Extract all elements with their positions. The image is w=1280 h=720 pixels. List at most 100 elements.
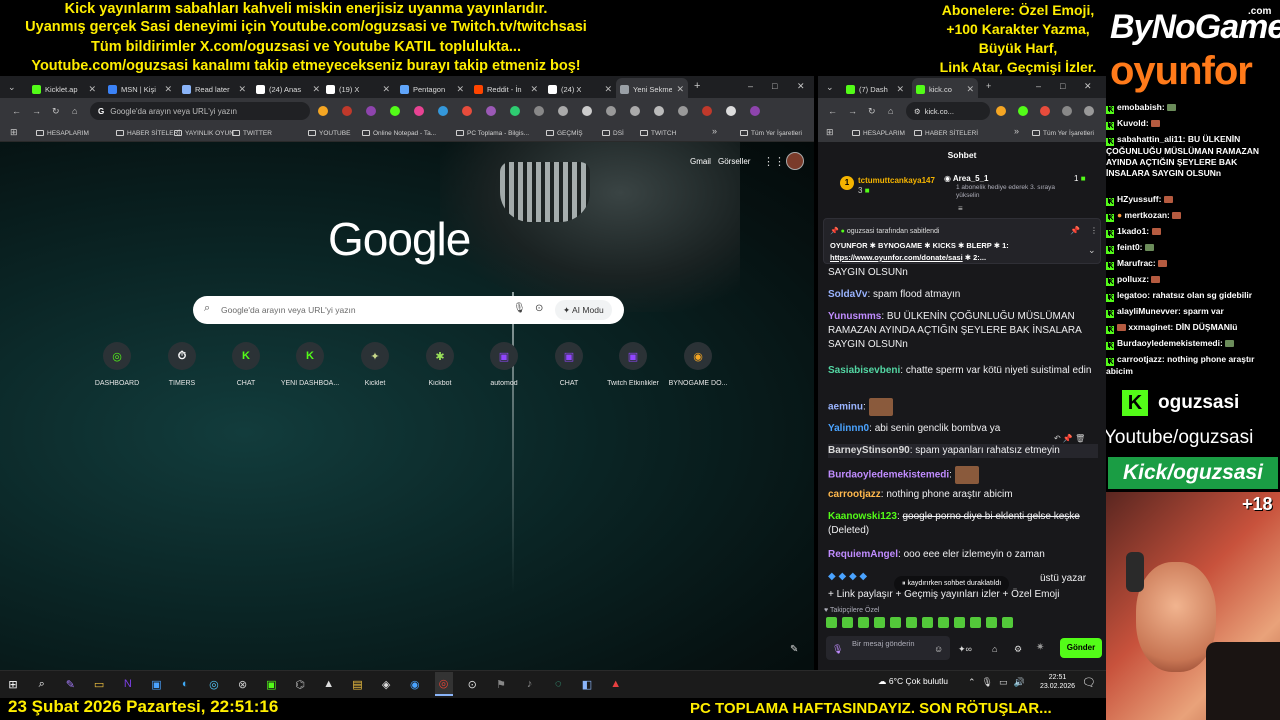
taskbar-obs-icon[interactable]: ⊗ xyxy=(234,672,252,696)
extension-icon[interactable] xyxy=(996,106,1006,116)
right-minimize-icon[interactable]: – xyxy=(1036,81,1041,91)
google-search-box[interactable]: ⌕ Google'da arayın veya URL'yi yazın 🎙 ⊙… xyxy=(193,296,624,324)
extension-icon[interactable] xyxy=(342,106,352,116)
apps-grid-icon[interactable]: ⊞ xyxy=(10,127,18,137)
extension-icon[interactable] xyxy=(630,106,640,116)
taskbar-edge-icon[interactable]: ◐ xyxy=(176,672,194,696)
taskbar-app-icon[interactable]: ▲ xyxy=(320,672,338,696)
taskbar-circle-icon[interactable]: ◈ xyxy=(377,672,395,696)
taskbar-taskview-icon[interactable]: ▣ xyxy=(148,672,166,696)
bookmark-6[interactable]: PC Toplama - Bilgis... xyxy=(456,126,529,140)
chat-settings-icon[interactable]: ⚙ xyxy=(1014,642,1022,656)
chat-username[interactable]: carrootjazz xyxy=(828,489,881,500)
notifications-icon[interactable]: 🗨 xyxy=(1082,676,1096,689)
extension-icon[interactable] xyxy=(678,106,688,116)
tab-1[interactable]: MSN | Kişi ✕ xyxy=(104,78,176,100)
right-address-bar[interactable]: ⚙ kick.co... xyxy=(906,102,990,120)
account-avatar[interactable] xyxy=(786,152,804,170)
extension-icon[interactable] xyxy=(606,106,616,116)
tab-close-icon[interactable]: ✕ xyxy=(966,84,974,95)
emote-icon[interactable] xyxy=(938,617,949,628)
chat-input[interactable]: 🎙 Bir mesaj gönderin ☺ xyxy=(826,636,950,660)
extension-icon[interactable] xyxy=(462,106,472,116)
home-icon[interactable]: ⌂ xyxy=(72,106,77,116)
taskbar-notes-icon[interactable]: ▤ xyxy=(348,672,366,696)
taskbar-kick-icon[interactable]: ▣ xyxy=(262,672,280,696)
tab-close-icon[interactable]: ✕ xyxy=(676,84,684,95)
extension-icon[interactable] xyxy=(582,106,592,116)
extension-icon[interactable] xyxy=(1062,106,1072,116)
tab-8[interactable]: Yeni Sekme ✕ xyxy=(616,78,688,100)
emote-icon[interactable] xyxy=(954,617,965,628)
taskbar-mail-icon[interactable]: ◉ xyxy=(406,672,424,696)
lens-icon[interactable]: ⊙ xyxy=(535,303,543,314)
address-bar[interactable]: G Google'da arayın veya URL'yi yazın xyxy=(90,102,310,120)
points-icon[interactable]: ✦∞ xyxy=(958,642,972,656)
shortcut-2[interactable]: K CHAT xyxy=(214,342,278,387)
maximize-icon[interactable]: □ xyxy=(772,81,777,91)
extension-icon[interactable] xyxy=(414,106,424,116)
google-apps-icon[interactable]: ⋮⋮ xyxy=(763,155,785,168)
emote-icon[interactable] xyxy=(906,617,917,628)
right-tab-0[interactable]: (7) Dash ✕ xyxy=(842,78,908,100)
right-more-bookmarks-icon[interactable]: » xyxy=(1014,126,1019,136)
shortcut-7[interactable]: ▣ CHAT xyxy=(537,342,601,387)
taskbar-refresh-icon[interactable]: ◎ xyxy=(205,672,223,696)
shortcut-6[interactable]: ▣ automod xyxy=(472,342,536,387)
tab-4[interactable]: (19) X ✕ xyxy=(322,78,394,100)
tab-close-icon[interactable]: ✕ xyxy=(604,84,612,95)
tab-close-icon[interactable]: ✕ xyxy=(456,84,464,95)
clock[interactable]: 22:51 23.02.2026 xyxy=(1040,673,1075,691)
emoji-picker-icon[interactable]: ☺ xyxy=(934,642,943,656)
chat-username[interactable]: BarneyStinson90 xyxy=(828,445,910,456)
all-bookmarks[interactable]: Tüm Yer İşaretleri xyxy=(740,126,802,140)
mod-tools-icon[interactable]: ✷ xyxy=(1036,641,1044,655)
taskbar-terminal-icon[interactable]: ⊙ xyxy=(463,672,481,696)
extension-icon[interactable] xyxy=(1040,106,1050,116)
right-close-window-icon[interactable]: ✕ xyxy=(1084,81,1092,91)
forward-icon[interactable]: → xyxy=(32,106,41,116)
extension-icon[interactable] xyxy=(486,106,496,116)
bookmark-1[interactable]: HABER SİTELERİ xyxy=(116,126,180,140)
shortcut-3[interactable]: K YENİ DASHBOA... xyxy=(278,342,342,387)
extension-icon[interactable] xyxy=(510,106,520,116)
taskbar-tool-icon[interactable]: ⚑ xyxy=(492,672,510,696)
emote-icon[interactable] xyxy=(858,617,869,628)
right-back-icon[interactable]: ← xyxy=(828,106,837,116)
customize-icon[interactable]: ✎ xyxy=(790,644,798,655)
tab-close-icon[interactable]: ✕ xyxy=(382,84,390,95)
taskbar-search-icon[interactable]: ⌕ xyxy=(33,672,51,696)
tab-close-icon[interactable]: ✕ xyxy=(530,84,538,95)
shortcut-1[interactable]: ⏱ TIMERS xyxy=(150,342,214,387)
tab-close-icon[interactable]: ✕ xyxy=(164,84,172,95)
taskbar-pen-icon[interactable]: ✎ xyxy=(61,672,79,696)
leaderboard-expand-icon[interactable]: ≡ xyxy=(958,202,963,216)
tab-close-icon[interactable]: ✕ xyxy=(896,84,904,95)
taskbar-chrome-icon[interactable]: ◎ xyxy=(434,672,453,696)
taskbar-camera-icon[interactable]: ⌬ xyxy=(291,672,309,696)
extension-icon[interactable] xyxy=(318,106,328,116)
right-forward-icon[interactable]: → xyxy=(848,106,857,116)
tab-search-icon[interactable]: ⌄ xyxy=(8,82,16,92)
store-icon[interactable]: ⌂ xyxy=(992,642,997,656)
bookmark-7[interactable]: GEÇMİŞ xyxy=(546,126,583,140)
chat-username[interactable]: Yalinnn0 xyxy=(828,423,869,434)
extension-icon[interactable] xyxy=(438,106,448,116)
voice-search-icon[interactable]: 🎙 xyxy=(513,303,526,314)
tab-6[interactable]: Reddit - İn ✕ xyxy=(470,78,542,100)
tab-close-icon[interactable]: ✕ xyxy=(238,84,246,95)
pinned-link[interactable]: https://www.oyunfor.com/donate/sasi xyxy=(830,253,963,262)
taskbar-app3-icon[interactable]: ◧ xyxy=(578,672,596,696)
tab-5[interactable]: Pentagon ✕ xyxy=(396,78,468,100)
right-tab-1[interactable]: kick.co ✕ xyxy=(912,78,978,100)
extension-icon[interactable] xyxy=(390,106,400,116)
tray-icons[interactable]: ⌃🎙▭🔊 xyxy=(968,677,1031,688)
right-apps-grid-icon[interactable]: ⊞ xyxy=(826,127,834,137)
emote-icon[interactable] xyxy=(826,617,837,628)
shortcut-8[interactable]: ▣ Twitch Etkinlikler xyxy=(601,342,665,387)
chat-username[interactable]: Burdaoyledemekistemedi xyxy=(828,470,949,481)
chat-username[interactable]: Sasiabisevbeni xyxy=(828,365,900,376)
taskbar-music-icon[interactable]: ♪ xyxy=(521,672,539,696)
shortcut-5[interactable]: ✱ Kickbot xyxy=(408,342,472,387)
more-bookmarks-icon[interactable]: » xyxy=(712,126,717,136)
